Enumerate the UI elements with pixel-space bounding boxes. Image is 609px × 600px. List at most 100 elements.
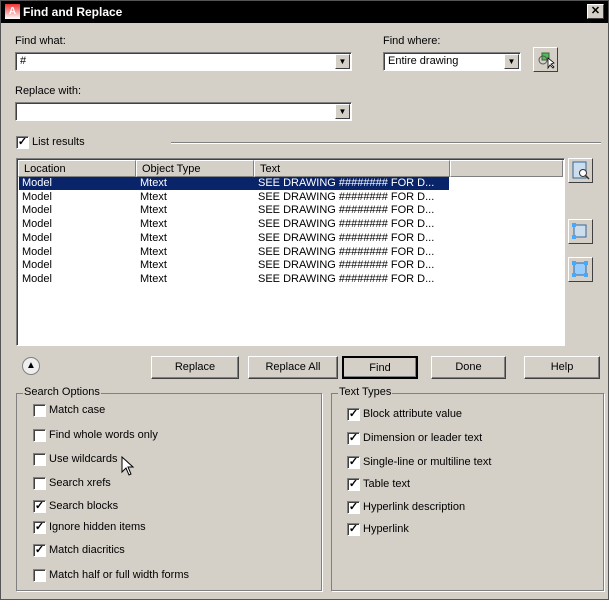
checkbox-table-text[interactable]: ✓: [347, 478, 360, 491]
text-types-group: Text Types ✓ Block attribute value ✓ Dimens…: [331, 386, 604, 591]
checkbox-block-attribute-value[interactable]: ✓: [347, 408, 360, 421]
checkbox-label: Search blocks: [49, 500, 119, 512]
checkbox-search-xrefs[interactable]: [33, 477, 46, 490]
cell-object-type: Mtext: [140, 272, 167, 285]
checkbox-find-whole-words-only[interactable]: [33, 429, 46, 442]
cell-object-type: Mtext: [140, 245, 167, 258]
replace-all-button[interactable]: Replace All: [248, 356, 338, 379]
cell-object-type: Mtext: [140, 259, 167, 272]
table-row[interactable]: Model Mtext SEE DRAWING ######## FOR D...: [19, 218, 449, 231]
checkbox-label: Match diacritics: [49, 544, 125, 556]
checkbox-match-diacritics[interactable]: ✓: [33, 544, 46, 557]
autocad-app-icon: A: [5, 4, 20, 19]
select-objects-icon: [538, 52, 555, 70]
find-where-label: Find where:: [383, 35, 441, 47]
help-button[interactable]: Help: [524, 356, 600, 379]
checkbox-label: Dimension or leader text: [363, 432, 483, 444]
cell-location: Model: [22, 218, 52, 231]
zoom-to-highlighted-button[interactable]: [568, 158, 593, 183]
text-types-title: Text Types: [338, 386, 393, 398]
checkbox-label: Hyperlink: [363, 523, 409, 535]
checkbox-label: Block attribute value: [363, 408, 463, 420]
table-row[interactable]: Model Mtext SEE DRAWING ######## FOR D...: [19, 232, 449, 245]
cell-object-type: Mtext: [140, 218, 167, 231]
list-results-label: List results: [32, 136, 85, 148]
cell-location: Model: [22, 245, 52, 258]
cell-text: SEE DRAWING ######## FOR D...: [258, 245, 435, 258]
cell-text: SEE DRAWING ######## FOR D...: [258, 218, 435, 231]
checkbox-hyperlink[interactable]: ✓: [347, 523, 360, 536]
find-what-value: #: [20, 55, 27, 67]
title-bar: A Find and Replace ✕: [1, 1, 608, 23]
table-row[interactable]: Model Mtext SEE DRAWING ######## FOR D...: [19, 177, 449, 190]
create-selection-set-highlighted-button[interactable]: [568, 257, 593, 282]
checkbox-ignore-hidden-items[interactable]: ✓: [33, 521, 46, 534]
find-what-label: Find what:: [15, 35, 66, 47]
checkbox-label: Search xrefs: [49, 477, 111, 489]
find-button[interactable]: Find: [342, 356, 418, 379]
column-header-location[interactable]: Location: [18, 160, 136, 177]
table-row[interactable]: Model Mtext SEE DRAWING ######## FOR D...: [19, 259, 449, 272]
table-row[interactable]: Model Mtext SEE DRAWING ######## FOR D...: [19, 191, 449, 204]
checkbox-single-line-or-multiline-text[interactable]: ✓: [347, 456, 360, 469]
checkbox-match-half-or-full-width-forms[interactable]: [33, 569, 46, 582]
checkbox-search-blocks[interactable]: ✓: [33, 500, 46, 513]
done-button[interactable]: Done: [431, 356, 506, 379]
chevron-down-icon[interactable]: ▼: [335, 104, 350, 119]
checkbox-label: Match half or full width forms: [49, 569, 189, 581]
collapse-options-button[interactable]: ▲: [22, 357, 40, 375]
cell-text: SEE DRAWING ######## FOR D...: [258, 190, 435, 203]
cell-location: Model: [22, 190, 52, 203]
list-results-checkbox[interactable]: ✓: [16, 136, 29, 149]
cell-object-type: Mtext: [140, 204, 167, 217]
checkbox-hyperlink-description[interactable]: ✓: [347, 501, 360, 514]
selection-set-icon: [572, 223, 587, 239]
checkbox-dimension-or-leader-text[interactable]: ✓: [347, 432, 360, 445]
table-row[interactable]: Model Mtext SEE DRAWING ######## FOR D...: [19, 273, 449, 286]
cell-text: SEE DRAWING ######## FOR D...: [258, 177, 435, 189]
mouse-cursor-icon: [121, 456, 135, 476]
separator: [171, 142, 601, 144]
column-header-empty: [450, 160, 563, 177]
column-header-object-type[interactable]: Object Type: [136, 160, 254, 177]
column-header-text[interactable]: Text: [254, 160, 450, 177]
find-what-combo[interactable]: # ▼: [15, 52, 352, 71]
cell-location: Model: [22, 259, 52, 272]
checkbox-label: Hyperlink description: [363, 501, 466, 513]
table-row[interactable]: Model Mtext SEE DRAWING ######## FOR D...: [19, 246, 449, 259]
cell-text: SEE DRAWING ######## FOR D...: [258, 231, 435, 244]
checkbox-use-wildcards[interactable]: [33, 453, 46, 466]
find-where-select[interactable]: Entire drawing ▼: [383, 52, 521, 71]
cell-text: SEE DRAWING ######## FOR D...: [258, 272, 435, 285]
cell-text: SEE DRAWING ######## FOR D...: [258, 204, 435, 217]
replace-with-combo[interactable]: ▼: [15, 102, 352, 121]
search-options-group: Search Options Match case Find whole word…: [16, 386, 322, 591]
cell-object-type: Mtext: [140, 177, 167, 189]
checkbox-label: Find whole words only: [49, 429, 158, 441]
chevron-down-icon[interactable]: ▼: [504, 54, 519, 69]
chevron-up-icon: ▲: [26, 360, 36, 371]
cell-location: Model: [22, 272, 52, 285]
cell-location: Model: [22, 204, 52, 217]
checkbox-match-case[interactable]: [33, 404, 46, 417]
cell-object-type: Mtext: [140, 231, 167, 244]
cell-location: Model: [22, 177, 52, 189]
search-options-title: Search Options: [23, 386, 101, 398]
results-list[interactable]: Location Object Type Text Model Mtext SEE …: [16, 158, 565, 346]
checkbox-label: Use wildcards: [49, 453, 118, 465]
close-button[interactable]: ✕: [587, 4, 604, 19]
find-replace-dialog: A Find and Replace ✕ Find what: # ▼ Find…: [0, 0, 609, 600]
replace-with-label: Replace with:: [15, 85, 82, 97]
replace-button[interactable]: Replace: [151, 356, 239, 379]
checkbox-label: Single-line or multiline text: [363, 456, 492, 468]
checkbox-label: Match case: [49, 404, 106, 416]
zoom-to-result-icon: [572, 161, 590, 180]
cell-text: SEE DRAWING ######## FOR D...: [258, 259, 435, 272]
selection-set-highlighted-icon: [572, 261, 588, 277]
create-selection-set-all-button[interactable]: [568, 219, 593, 244]
dialog-title: Find and Replace: [23, 5, 123, 19]
select-objects-button[interactable]: [533, 47, 558, 72]
find-where-value: Entire drawing: [388, 55, 459, 67]
chevron-down-icon[interactable]: ▼: [335, 54, 350, 69]
table-row[interactable]: Model Mtext SEE DRAWING ######## FOR D...: [19, 204, 449, 217]
